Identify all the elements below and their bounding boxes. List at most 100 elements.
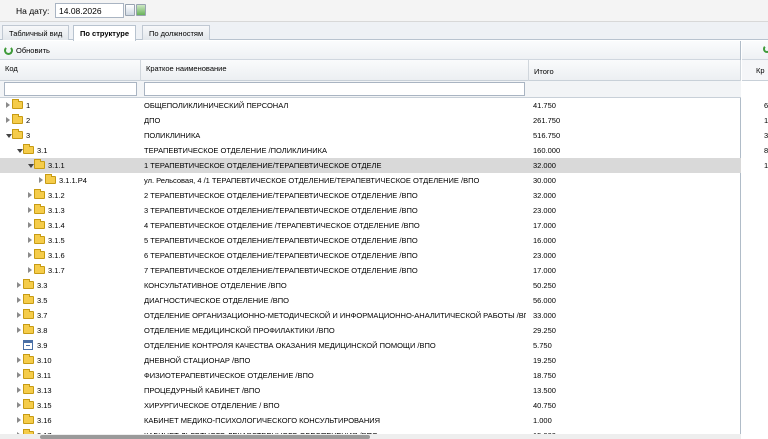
row-name: ХИРУРГИЧЕСКОЕ ОТДЕЛЕНИЕ / ВПО xyxy=(144,401,280,410)
horizontal-scrollbar[interactable] xyxy=(0,434,741,439)
right-value: 8 xyxy=(764,146,768,155)
tree-row[interactable]: 3.7 ОТДЕЛЕНИЕ ОРГАНИЗАЦИОННО-МЕТОДИЧЕСКОЙ… xyxy=(0,308,741,323)
tree-row[interactable]: 3.1.4 4 ТЕРАПЕВТИЧЕСКОЕ ОТДЕЛЕНИЕ /ТЕРАПЕ… xyxy=(0,218,741,233)
date-label: На дату: xyxy=(16,6,50,16)
column-header-total[interactable]: Итого xyxy=(529,60,741,81)
tree-row[interactable]: 3.13 ПРОЦЕДУРНЫЙ КАБИНЕТ /ВПО 13.500 xyxy=(0,383,741,398)
row-total: 32.000 xyxy=(533,191,556,200)
expand-arrow-icon[interactable] xyxy=(17,312,21,318)
tree-row[interactable]: 3.1.6 6 ТЕРАПЕВТИЧЕСКОЕ ОТДЕЛЕНИЕ/ТЕРАПЕВ… xyxy=(0,248,741,263)
row-total: 16.000 xyxy=(533,236,556,245)
tab-by-positions[interactable]: По должностям xyxy=(142,25,211,40)
folder-icon xyxy=(12,129,23,139)
grid-filter-row xyxy=(0,81,741,98)
row-code: 3.7 xyxy=(37,311,48,320)
expand-arrow-icon[interactable] xyxy=(17,402,21,408)
row-code: 3.1.4 xyxy=(48,221,65,230)
row-code: 3.1.2 xyxy=(48,191,65,200)
right-value: 1 xyxy=(764,161,768,170)
row-name: 2 ТЕРАПЕВТИЧЕСКОЕ ОТДЕЛЕНИЕ/ТЕРАПЕВТИЧЕС… xyxy=(144,191,418,200)
expand-arrow-icon[interactable] xyxy=(28,267,32,273)
expand-arrow-icon[interactable] xyxy=(28,252,32,258)
expand-arrow-icon[interactable] xyxy=(17,357,21,363)
refresh-icon[interactable] xyxy=(763,45,768,53)
structure-grid-panel: Обновить Код Краткое наименование Итого … xyxy=(0,41,741,439)
tree-row[interactable]: 3.1.2 2 ТЕРАПЕВТИЧЕСКОЕ ОТДЕЛЕНИЕ/ТЕРАПЕВ… xyxy=(0,188,741,203)
refresh-button[interactable]: Обновить xyxy=(4,44,50,57)
tree-row[interactable]: 3.11 ФИЗИОТЕРАПЕВТИЧЕСКОЕ ОТДЕЛЕНИЕ /ВПО 1… xyxy=(0,368,741,383)
calendar-button[interactable] xyxy=(125,4,135,16)
row-total: 41.750 xyxy=(533,101,556,110)
expand-arrow-icon[interactable] xyxy=(17,417,21,423)
row-code: 3.1.5 xyxy=(48,236,65,245)
name-filter-input[interactable] xyxy=(144,82,525,96)
scrollbar-thumb[interactable] xyxy=(40,435,370,439)
column-header-code[interactable]: Код xyxy=(0,60,141,81)
expand-arrow-icon[interactable] xyxy=(17,387,21,393)
tree-row[interactable]: 3.1 ТЕРАПЕВТИЧЕСКОЕ ОТДЕЛЕНИЕ /ПОЛИКЛИНИК… xyxy=(0,143,741,158)
column-header-name[interactable]: Краткое наименование xyxy=(141,60,529,81)
row-total: 23.000 xyxy=(533,251,556,260)
row-total: 33.000 xyxy=(533,311,556,320)
tree-row[interactable]: 3.1.5 5 ТЕРАПЕВТИЧЕСКОЕ ОТДЕЛЕНИЕ/ТЕРАПЕВ… xyxy=(0,233,741,248)
tree-row[interactable]: 3.1.7 7 ТЕРАПЕВТИЧЕСКОЕ ОТДЕЛЕНИЕ/ТЕРАПЕВ… xyxy=(0,263,741,278)
expand-arrow-icon[interactable] xyxy=(28,222,32,228)
expand-arrow-icon[interactable] xyxy=(17,327,21,333)
folder-icon xyxy=(23,369,34,379)
row-name: ОТДЕЛЕНИЕ МЕДИЦИНСКОЙ ПРОФИЛАКТИКИ /ВПО xyxy=(144,326,335,335)
apply-date-button[interactable] xyxy=(136,4,146,16)
folder-icon xyxy=(23,324,34,334)
expand-arrow-icon[interactable] xyxy=(6,102,10,108)
tree-row[interactable]: 3.1.3 3 ТЕРАПЕВТИЧЕСКОЕ ОТДЕЛЕНИЕ/ТЕРАПЕВ… xyxy=(0,203,741,218)
row-name: ул. Рельсовая, 4 /1 ТЕРАПЕВТИЧЕСКОЕ ОТДЕ… xyxy=(144,176,480,185)
tree-row[interactable]: 3.10 ДНЕВНОЙ СТАЦИОНАР /ВПО 19.250 xyxy=(0,353,741,368)
tree-row[interactable]: 2 ДПО 261.750 xyxy=(0,113,741,128)
expand-arrow-icon[interactable] xyxy=(6,117,10,123)
row-code: 3.1.6 xyxy=(48,251,65,260)
folder-icon xyxy=(34,219,45,229)
code-filter-input[interactable] xyxy=(4,82,137,96)
expand-arrow-icon[interactable] xyxy=(39,177,43,183)
document-icon xyxy=(23,340,33,350)
expand-arrow-icon[interactable] xyxy=(17,297,21,303)
tree-row[interactable]: 3.1.1.Р4 ул. Рельсовая, 4 /1 ТЕРАПЕВТИЧЕС… xyxy=(0,173,741,188)
tree-row[interactable]: 3.5 ДИАГНОСТИЧЕСКОЕ ОТДЕЛЕНИЕ /ВПО 56.000 xyxy=(0,293,741,308)
tree-row[interactable]: 3.15 ХИРУРГИЧЕСКОЕ ОТДЕЛЕНИЕ / ВПО 40.750 xyxy=(0,398,741,413)
tree-row[interactable]: 3.9 ОТДЕЛЕНИЕ КОНТРОЛЯ КАЧЕСТВА ОКАЗАНИЯ … xyxy=(0,338,741,353)
row-code: 3.3 xyxy=(37,281,48,290)
tree-row[interactable]: 3.1.1 1 ТЕРАПЕВТИЧЕСКОЕ ОТДЕЛЕНИЕ/ТЕРАПЕВ… xyxy=(0,158,741,173)
tree-row[interactable]: 1 ОБЩЕПОЛИКЛИНИЧЕСКИЙ ПЕРСОНАЛ 41.750 xyxy=(0,98,741,113)
row-name: ПРОЦЕДУРНЫЙ КАБИНЕТ /ВПО xyxy=(144,386,261,395)
tree-row[interactable]: 3.16 КАБИНЕТ МЕДИКО-ПСИХОЛОГИЧЕСКОГО КОНС… xyxy=(0,413,741,428)
tree-row[interactable]: 3 ПОЛИКЛИНИКА 516.750 xyxy=(0,128,741,143)
expand-arrow-icon[interactable] xyxy=(28,207,32,213)
row-code: 3.10 xyxy=(37,356,52,365)
folder-icon xyxy=(45,174,56,184)
row-code: 3.5 xyxy=(37,296,48,305)
right-value: 1 xyxy=(764,116,768,125)
tree-row[interactable]: 3.8 ОТДЕЛЕНИЕ МЕДИЦИНСКОЙ ПРОФИЛАКТИКИ /В… xyxy=(0,323,741,338)
row-name: 7 ТЕРАПЕВТИЧЕСКОЕ ОТДЕЛЕНИЕ/ТЕРАПЕВТИЧЕС… xyxy=(144,266,418,275)
expand-arrow-icon[interactable] xyxy=(17,282,21,288)
row-name: ОТДЕЛЕНИЕ ОРГАНИЗАЦИОННО-МЕТОДИЧЕСКОЙ И … xyxy=(144,311,526,320)
row-code: 1 xyxy=(26,101,31,110)
row-total: 13.500 xyxy=(533,386,556,395)
date-input[interactable] xyxy=(55,3,124,18)
expand-arrow-icon[interactable] xyxy=(17,372,21,378)
row-total: 19.250 xyxy=(533,356,556,365)
tree-row[interactable]: 3.3 КОНСУЛЬТАТИВНОЕ ОТДЕЛЕНИЕ /ВПО 50.250 xyxy=(0,278,741,293)
right-panel: Кр 6 1 3 8 1 xyxy=(742,41,768,439)
row-total: 17.000 xyxy=(533,266,556,275)
folder-icon xyxy=(23,144,34,154)
row-name: ОТДЕЛЕНИЕ КОНТРОЛЯ КАЧЕСТВА ОКАЗАНИЯ МЕД… xyxy=(144,341,436,350)
folder-icon xyxy=(23,294,34,304)
row-code: 3.16 xyxy=(37,416,52,425)
row-name: 4 ТЕРАПЕВТИЧЕСКОЕ ОТДЕЛЕНИЕ /ТЕРАПЕВТИЧЕ… xyxy=(144,221,420,230)
tab-by-structure[interactable]: По структуре xyxy=(73,25,136,41)
expand-arrow-icon[interactable] xyxy=(28,192,32,198)
expand-arrow-icon[interactable] xyxy=(28,237,32,243)
row-code: 3.1 xyxy=(37,146,48,155)
row-total: 56.000 xyxy=(533,296,556,305)
tab-table-view[interactable]: Табличный вид xyxy=(2,25,70,40)
folder-icon xyxy=(23,399,34,409)
